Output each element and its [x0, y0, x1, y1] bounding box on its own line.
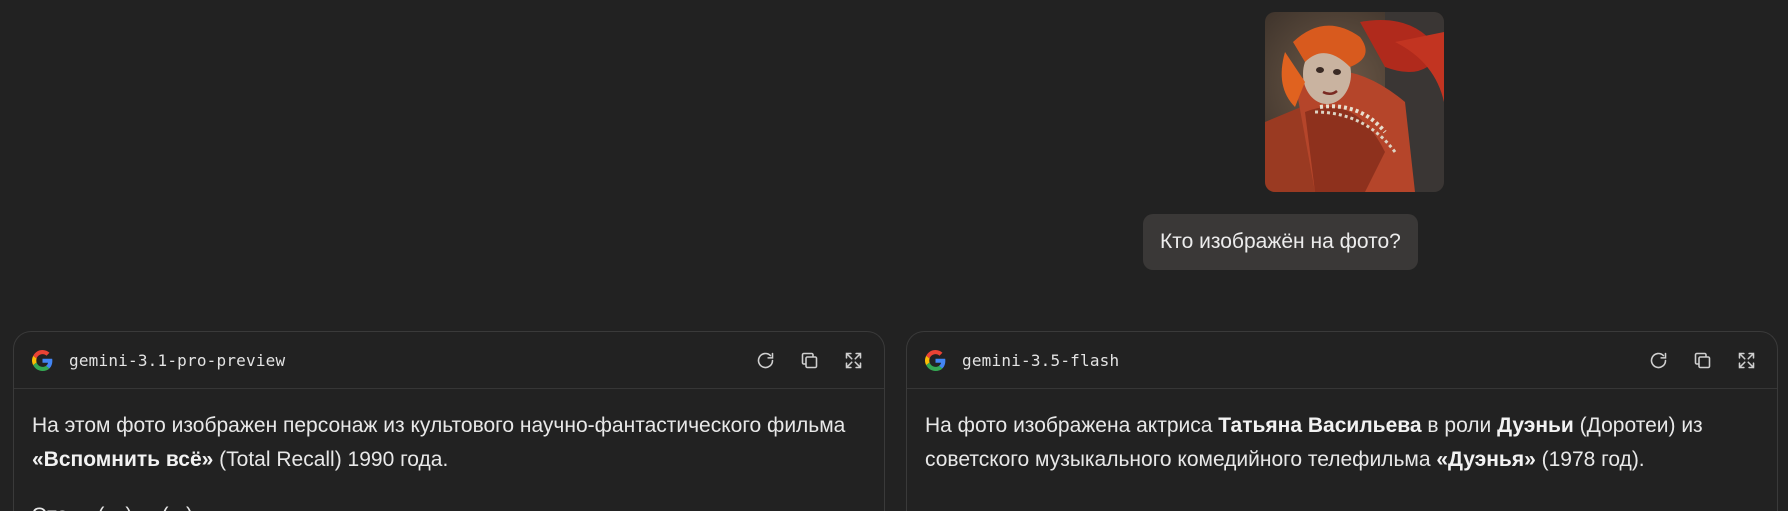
response-paragraph: На фото изображена актриса Татьяна Васил…: [925, 409, 1759, 477]
refresh-icon: [757, 352, 773, 368]
response-text: На фото изображена актриса Татьяна Васил…: [907, 389, 1777, 477]
chat-stage: Кто изображён на фото? gemini-3.1-pro-pr…: [0, 0, 1788, 511]
response-paragraph: Это ... (—) ... (...).: [32, 499, 866, 511]
panel-header: gemini-3.5-flash: [907, 332, 1777, 389]
bold-text: Дуэньи: [1497, 414, 1574, 437]
bold-text: «Дуэнья»: [1436, 448, 1536, 471]
panel-header: gemini-3.1-pro-preview: [14, 332, 884, 389]
expand-button[interactable]: [840, 347, 866, 373]
response-text: На этом фото изображен персонаж из культ…: [14, 389, 884, 511]
refresh-icon: [1650, 352, 1666, 368]
bold-text: «Вспомнить всё»: [32, 448, 214, 471]
regenerate-button[interactable]: [1645, 347, 1671, 373]
user-message-bubble: Кто изображён на фото?: [1143, 214, 1418, 270]
user-uploaded-photo[interactable]: [1265, 12, 1444, 192]
expand-icon: [1738, 352, 1754, 368]
response-paragraph: На этом фото изображен персонаж из культ…: [32, 409, 866, 477]
text-run: На фото изображена актриса: [925, 414, 1219, 437]
text-run: в роли: [1421, 414, 1498, 437]
google-g-icon: [32, 349, 53, 371]
bold-text: Татьяна Васильева: [1218, 414, 1422, 437]
regenerate-button[interactable]: [752, 347, 778, 373]
response-panel-left: gemini-3.1-pro-preview На этом фото изоб…: [13, 331, 885, 511]
expand-icon: [845, 352, 861, 368]
copy-button[interactable]: [796, 347, 822, 373]
expand-button[interactable]: [1733, 347, 1759, 373]
text-run: (1978 год).: [1535, 448, 1645, 471]
copy-button[interactable]: [1689, 347, 1715, 373]
user-message-text: Кто изображён на фото?: [1160, 230, 1401, 253]
text-run: На этом фото изображен персонаж из культ…: [32, 414, 846, 437]
google-g-icon: [925, 349, 946, 371]
text-run: (Total Recall) 1990 года.: [213, 448, 449, 471]
copy-icon: [801, 352, 817, 368]
copy-icon: [1694, 352, 1710, 368]
response-panel-right: gemini-3.5-flash На фото изображена актр…: [906, 331, 1778, 511]
text-run: Это ... (—) ... (...).: [32, 504, 199, 511]
photo-thumbnail: [1265, 12, 1444, 192]
model-name: gemini-3.5-flash: [962, 350, 1120, 370]
model-name: gemini-3.1-pro-preview: [69, 350, 286, 370]
